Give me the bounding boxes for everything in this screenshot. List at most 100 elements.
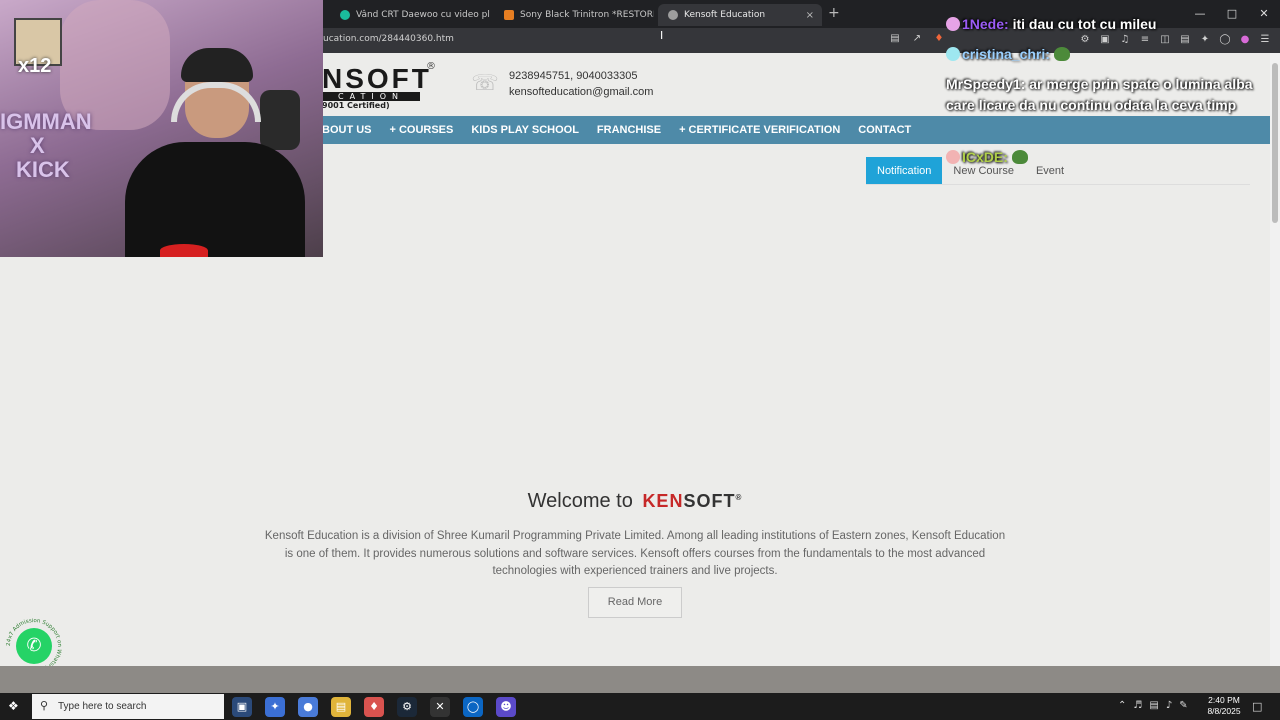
nav-certificate-verification[interactable]: + CERTIFICATE VERIFICATION xyxy=(679,124,840,136)
windows-start-icon[interactable]: ❖ xyxy=(8,699,22,713)
nav-label: FRANCHISE xyxy=(596,124,662,136)
tab-event[interactable]: Event xyxy=(1025,157,1075,184)
toolbar-extensions: ⚙ ▣ ♫ ≡ ◫ ▤ ✦ ◯ ● ☰ xyxy=(1078,33,1272,47)
chat-username: ICxDE: xyxy=(962,149,1008,165)
tab-favicon-icon xyxy=(504,10,514,20)
chat-message: 1Nede: iti dau cu tot cu mileu xyxy=(946,14,1156,35)
vpn-icon[interactable]: ◯ xyxy=(1218,33,1232,47)
multiplier-text: x12 xyxy=(18,55,52,77)
nav-label: CERTIFICATE VERIFICATION xyxy=(688,124,841,136)
brave-shield-icon[interactable]: ♦ xyxy=(932,32,946,46)
notification-icon[interactable]: □ xyxy=(1252,700,1262,713)
close-window-icon[interactable]: ✕ xyxy=(1248,0,1280,28)
plus-icon: + xyxy=(389,124,396,136)
tab-label: Vând CRT Daewoo cu video player in xyxy=(356,10,490,20)
sidebar-icon[interactable]: ◫ xyxy=(1158,33,1172,47)
nav-about-us[interactable]: BOUT US xyxy=(322,124,372,136)
pepe-emote-icon xyxy=(1053,47,1070,61)
scroll-thumb[interactable] xyxy=(1272,63,1278,223)
search-icon: ⚲ xyxy=(40,699,49,712)
system-tray: ⌃ ♬ ▤ ♪ ✎ xyxy=(1118,700,1188,711)
page-scrollbar[interactable] xyxy=(1270,53,1280,666)
close-tab-icon[interactable]: × xyxy=(806,10,814,21)
tab-favicon-icon xyxy=(340,10,350,20)
streamer-hat xyxy=(181,48,253,82)
main-nav: BOUT US + COURSES KIDS PLAY SCHOOL FRANCH… xyxy=(322,116,1270,144)
tab-sony-trinitron[interactable]: Sony Black Trinitron *RESTORED* - KV xyxy=(494,4,654,26)
steam-icon[interactable]: ⚙ xyxy=(397,697,417,717)
speaker-icon[interactable]: ♬ xyxy=(1133,700,1142,711)
user-badge-icon xyxy=(946,47,960,61)
read-more-button[interactable]: Read More xyxy=(588,587,682,618)
windows-taskbar: ❖ ⚲ Type here to search ▣ ✦ ● ▤ ♦ ⚙ ✕ ◯ … xyxy=(0,693,1280,720)
nav-courses[interactable]: + COURSES xyxy=(390,124,454,136)
extension-puzzle-icon[interactable]: ⚙ xyxy=(1078,33,1092,47)
edge-icon[interactable]: ◯ xyxy=(463,697,483,717)
screenshot-icon[interactable]: ▣ xyxy=(1098,33,1112,47)
nav-franchise[interactable]: FRANCHISE xyxy=(597,124,661,136)
welcome-logo: KENSOFT® xyxy=(642,491,742,512)
tab-kensoft-education[interactable]: Kensoft Education × xyxy=(658,4,822,26)
logo-certified: 9001 Certified) xyxy=(322,101,390,110)
list-icon[interactable]: ≡ xyxy=(1138,33,1152,47)
discord-icon[interactable]: ☻ xyxy=(496,697,516,717)
chat-text: iti dau cu tot cu mileu xyxy=(1012,16,1157,32)
whatsapp-icon[interactable]: ✆ xyxy=(16,628,52,664)
nav-label: KIDS PLAY SCHOOL xyxy=(471,124,579,136)
chat-message: ICxDE: xyxy=(946,147,1028,168)
page-bottom-strip xyxy=(0,666,1280,693)
copilot-app-icon[interactable]: ● xyxy=(298,697,318,717)
whatsapp-widget[interactable]: 24x7 Admission Support on WhatsApp ✆ xyxy=(6,618,62,666)
red-cup xyxy=(160,244,208,257)
welcome-logo-soft: SOFT xyxy=(683,491,736,512)
tab-crt-daewoo[interactable]: Vând CRT Daewoo cu video player in xyxy=(330,4,490,26)
info-tabs: Notification New Course Event xyxy=(866,157,1250,185)
leo-icon[interactable]: ✦ xyxy=(1198,33,1212,47)
chat-username: cristina_chri: xyxy=(962,46,1050,62)
task-view-icon[interactable]: ▣ xyxy=(232,697,252,717)
kensoft-logo[interactable]: NSOFT ® CATION 9001 Certified) xyxy=(322,61,436,110)
music-icon[interactable]: ♫ xyxy=(1118,33,1132,47)
tab-notification[interactable]: Notification xyxy=(866,157,943,184)
chat-username: MrSpeedy1: xyxy=(946,76,1026,92)
welcome-logo-ken: KEN xyxy=(642,491,684,512)
nav-kids-play-school[interactable]: KIDS PLAY SCHOOL xyxy=(471,124,579,136)
tab-label: Kensoft Education xyxy=(684,10,766,20)
chat-message: MrSpeedy1: ar merge prin spate o lumina … xyxy=(946,74,1272,116)
brand-line: KICK xyxy=(16,157,70,182)
address-actions: ▤ ↗ ♦ xyxy=(888,32,946,46)
pen-icon[interactable]: ✎ xyxy=(1179,700,1187,711)
reader-icon[interactable]: ▤ xyxy=(888,32,902,46)
minimize-icon[interactable]: — xyxy=(1184,0,1216,28)
microphone xyxy=(260,90,300,150)
rewards-icon[interactable]: ● xyxy=(1238,33,1252,47)
new-tab-icon[interactable]: + xyxy=(828,5,840,21)
nav-contact[interactable]: CONTACT xyxy=(858,124,911,136)
volume-icon[interactable]: ♪ xyxy=(1166,700,1172,711)
taskbar-apps: ▣ ✦ ● ▤ ♦ ⚙ ✕ ◯ ☻ xyxy=(232,697,516,717)
phone-numbers: 9238945751, 9040033305 xyxy=(509,70,638,82)
taskbar-search[interactable]: ⚲ Type here to search xyxy=(32,694,224,719)
user-badge-icon xyxy=(946,150,960,164)
brave-browser-icon[interactable]: ♦ xyxy=(364,697,384,717)
network-icon[interactable]: ▤ xyxy=(1149,700,1158,711)
taskbar-clock[interactable]: 2:40 PM 8/8/2025 xyxy=(1200,695,1248,717)
wallet-icon[interactable]: ▤ xyxy=(1178,33,1192,47)
menu-icon[interactable]: ☰ xyxy=(1258,33,1272,47)
clock-date: 8/8/2025 xyxy=(1207,706,1241,716)
about-description: Kensoft Education is a division of Shree… xyxy=(264,530,1006,577)
xbox-icon[interactable]: ✕ xyxy=(430,697,450,717)
url-field[interactable]: ucation.com/284440360.htm xyxy=(323,34,454,44)
share-icon[interactable]: ↗ xyxy=(910,32,924,46)
email-address[interactable]: kensofteducation@gmail.com xyxy=(509,86,653,98)
chat-message: cristina_chri: xyxy=(946,44,1070,65)
copilot-icon[interactable]: ✦ xyxy=(265,697,285,717)
maximize-icon[interactable]: □ xyxy=(1216,0,1248,28)
nav-label: CONTACT xyxy=(858,124,912,136)
logo-text: NSOFT xyxy=(322,63,432,94)
user-badge-icon xyxy=(946,17,960,31)
tray-chevron-icon[interactable]: ⌃ xyxy=(1118,700,1126,711)
file-explorer-icon[interactable]: ▤ xyxy=(331,697,351,717)
contact-person-icon: ☏ xyxy=(471,71,499,96)
webcam-overlay: x12 IGMMAN X KICK xyxy=(0,0,323,257)
